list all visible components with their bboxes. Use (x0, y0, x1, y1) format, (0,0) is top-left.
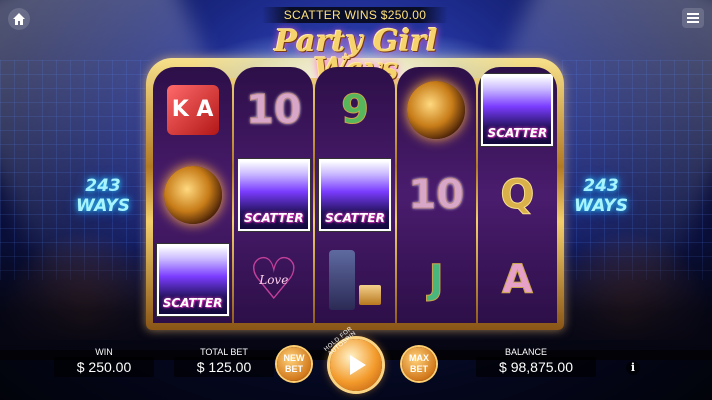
ways-label: WAYS (76, 196, 130, 216)
ways-count: 243 (583, 176, 619, 196)
ways-label: WAYS (574, 196, 628, 216)
balance-value: $ 98,875.00 (476, 357, 596, 377)
symbol-10: 10 (408, 171, 465, 218)
scatter-label: SCATTER (487, 125, 548, 140)
bottle-symbol (328, 250, 355, 311)
win-value: $ 250.00 (54, 357, 154, 377)
new-bet-line-2: BET (285, 364, 303, 374)
reel-symbol: SCATTER (315, 152, 394, 237)
reel-symbol: K A (153, 67, 232, 152)
glass-symbol (358, 284, 381, 305)
reel-1: K A SCATTER (153, 67, 233, 323)
ways-count: 243 (85, 176, 121, 196)
balance-label: BALANCE (504, 347, 548, 357)
reel-symbol: ♡ Love (234, 238, 313, 323)
reel-5: SCATTER Q A (477, 67, 557, 323)
disco-ball-symbol (163, 165, 222, 224)
reel-grid: K A SCATTER 10 SCATTER ♡ Love 9 SCATTER 10 J SCATT… (153, 67, 557, 323)
reel-symbol: 9 (315, 67, 394, 152)
symbol-j: J (428, 257, 444, 304)
new-bet-line-1: NEW (283, 353, 305, 363)
hamburger-icon (687, 13, 699, 23)
reel-symbol (315, 238, 394, 323)
scatter-label: SCATTER (243, 210, 304, 225)
disco-ball-symbol (407, 80, 466, 139)
scatter-symbol: SCATTER (480, 72, 555, 147)
total-bet-value: $ 125.00 (174, 357, 274, 377)
ways-indicator-left: 243 WAYS (58, 176, 148, 216)
symbol-9: 9 (341, 86, 370, 133)
scatter-label: SCATTER (162, 296, 223, 311)
symbol-10: 10 (245, 86, 302, 133)
home-icon (13, 13, 25, 25)
symbol-a: A (501, 257, 533, 304)
max-bet-line-2: BET (410, 364, 428, 374)
heart-love-text: Love (259, 273, 289, 288)
scatter-symbol: SCATTER (155, 243, 230, 318)
reel-symbol: 10 (397, 152, 476, 237)
reel-4: 10 J (396, 67, 476, 323)
reel-symbol (397, 67, 476, 152)
play-icon (350, 355, 366, 375)
max-bet-button[interactable]: MAX BET (402, 347, 436, 381)
new-bet-button[interactable]: NEW BET (277, 347, 311, 381)
reel-symbol: Q (478, 152, 557, 237)
scatter-label: SCATTER (325, 210, 385, 225)
scatter-symbol: SCATTER (236, 157, 311, 232)
menu-button[interactable] (682, 8, 704, 28)
home-button[interactable] (8, 8, 30, 30)
reel-3: 9 SCATTER (315, 67, 395, 323)
reel-2: 10 SCATTER ♡ Love (234, 67, 314, 323)
symbol-q: Q (500, 171, 535, 218)
reel-symbol: SCATTER (478, 67, 557, 152)
reel-symbol: A (478, 238, 557, 323)
ways-indicator-right: 243 WAYS (556, 176, 646, 216)
reel-symbol (153, 152, 232, 237)
reel-symbol: SCATTER (153, 238, 232, 323)
info-button[interactable]: i (626, 361, 640, 375)
reel-symbol: SCATTER (234, 152, 313, 237)
reel-symbol: J (397, 238, 476, 323)
reel-symbol: 10 (234, 67, 313, 152)
dice-symbol: K A (166, 84, 219, 135)
scatter-symbol: SCATTER (317, 157, 392, 232)
win-label: WIN (95, 347, 113, 357)
total-bet-label: TOTAL BET (200, 347, 248, 357)
max-bet-line-1: MAX (409, 353, 429, 363)
scatter-wins-banner: SCATTER WINS $250.00 (262, 7, 448, 23)
